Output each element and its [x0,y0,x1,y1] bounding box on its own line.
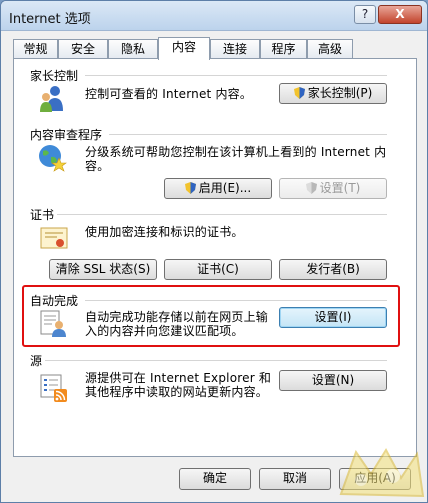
ok-button[interactable]: 确定 [179,468,251,490]
advisor-settings-button-label: 设置(T) [319,181,361,195]
certificates-description: 使用加密连接和标识的证书。 [85,225,244,239]
uac-shield-icon [184,182,196,194]
parental-controls-heading: 家长控制 [30,69,79,83]
content-advisor-enable-button[interactable]: 启用(E)... [164,178,272,199]
clear-ssl-state-button[interactable]: 清除 SSL 状态(S) [49,259,157,280]
content-advisor-description-line2: 容。 [85,159,110,173]
internet-options-window: Internet 选项 ? X 常规 安全 隐私 内容 连接 程序 高级 家长控… [0,0,428,503]
tab-content[interactable]: 内容 [158,37,210,60]
parental-controls-icon [40,86,63,112]
feeds-settings-button[interactable]: 设置(N) [279,370,387,391]
window-title: Internet 选项 [9,12,91,27]
content-advisor-globe-icon [39,145,67,172]
parental-controls-button-label: 家长控制(P) [307,86,373,100]
autocomplete-highlight-box [22,285,400,347]
content-advisor-description-line1: 分级系统可帮助您控制在该计算机上看到的 Internet 内 [85,145,387,159]
tab-programs[interactable]: 程序 [260,39,307,59]
uac-shield-icon [305,182,317,194]
parental-controls-description: 控制可查看的 Internet 内容。 [85,87,253,101]
close-button[interactable]: X [378,5,422,24]
feeds-divider [45,360,387,361]
enable-button-label: 启用(E)... [198,181,252,195]
cancel-button[interactable]: 取消 [259,468,331,490]
content-advisor-settings-button[interactable]: 设置(T) [279,178,387,199]
parental-divider [85,75,387,76]
publishers-button[interactable]: 发行者(B) [279,259,387,280]
certificates-heading: 证书 [30,208,55,222]
content-advisor-heading: 内容审查程序 [30,128,103,142]
tab-advanced[interactable]: 高级 [307,39,353,59]
tab-general[interactable]: 常规 [13,39,58,59]
feeds-description-line1: 源提供可在 Internet Explorer 和 [85,371,272,385]
feeds-heading: 源 [30,354,43,368]
watermark-logo [339,448,425,498]
feeds-description-line2: 其他程序中读取的网站更新内容。 [85,385,269,399]
feeds-icon [40,374,67,402]
certificate-icon [40,227,68,249]
advisor-divider [109,134,387,135]
certificates-button[interactable]: 证书(C) [164,259,272,280]
certificates-divider [57,214,387,215]
help-button[interactable]: ? [354,5,376,24]
uac-shield-icon [293,87,305,99]
parental-controls-button[interactable]: 家长控制(P) [279,83,387,104]
tab-security[interactable]: 安全 [58,39,108,59]
tab-connections[interactable]: 连接 [210,39,260,59]
title-bar[interactable]: Internet 选项 ? X [1,1,427,31]
tab-privacy[interactable]: 隐私 [108,39,158,59]
